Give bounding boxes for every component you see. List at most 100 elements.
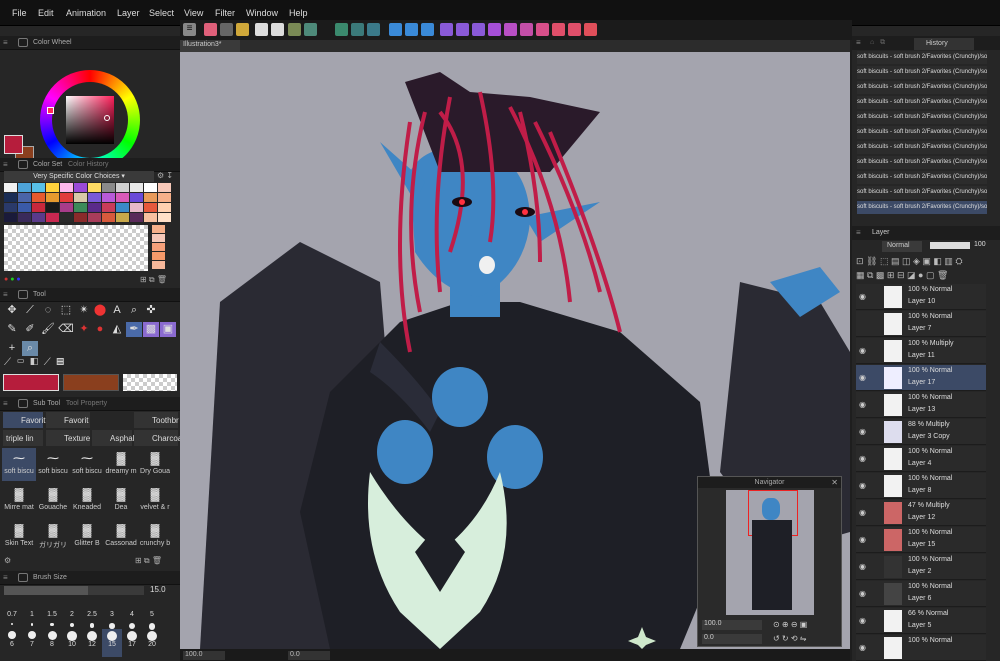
color-cursor[interactable] <box>104 115 110 121</box>
panel-menu-icon[interactable]: ≡ <box>3 38 8 47</box>
menu-help[interactable]: Help <box>289 8 308 18</box>
subtool-tab[interactable]: Sub Tool <box>33 400 60 407</box>
layer-visibility-icon[interactable]: ◉ <box>859 643 866 652</box>
palette-swatch[interactable] <box>18 183 31 192</box>
navigator-rotate-buttons[interactable]: ↺ ↻ ⟲ ⇋ <box>773 634 806 643</box>
rotate-icon[interactable] <box>488 23 501 36</box>
palette-swatch[interactable] <box>74 213 87 222</box>
layer-row[interactable]: ◉ 100 % Normal Layer 13 <box>856 392 986 418</box>
brush-size-preset[interactable]: 5 <box>142 599 162 630</box>
palette-swatch[interactable] <box>158 193 171 202</box>
layer-visibility-icon[interactable]: ◉ <box>859 373 866 382</box>
history-entry[interactable]: soft biscuits - soft brush 2/Favorites (… <box>857 156 987 169</box>
brush-item[interactable]: ▓ Skin Text <box>2 520 36 553</box>
layer-visibility-icon[interactable]: ◉ <box>859 589 866 598</box>
palette-swatch[interactable] <box>74 183 87 192</box>
history-tab[interactable]: History <box>914 38 974 50</box>
open-icon[interactable] <box>220 23 233 36</box>
fill-tool-icon[interactable]: ● <box>92 322 108 337</box>
operation-tool-icon[interactable]: + <box>4 341 20 356</box>
history-entry[interactable]: soft biscuits - soft brush 2/Favorites (… <box>857 141 987 154</box>
layer-visibility-icon[interactable]: ◉ <box>859 481 866 490</box>
layer-row[interactable]: ◉ 100 % Normal Layer 17 <box>856 365 986 391</box>
palette-swatch[interactable] <box>144 183 157 192</box>
subtool-tab-triple-line[interactable]: triple lin <box>3 430 43 446</box>
layer-visibility-icon[interactable]: ◉ <box>859 400 866 409</box>
layer-row[interactable]: ◉ 100 % Normal Layer 15 <box>856 527 986 553</box>
hand-tool-icon[interactable]: ✜ <box>143 303 159 318</box>
color-mode-icon[interactable] <box>584 23 597 36</box>
color-palette[interactable] <box>4 183 176 279</box>
menu-select[interactable]: Select <box>149 8 174 18</box>
palette-swatch[interactable] <box>102 213 115 222</box>
hue-cursor[interactable] <box>47 107 54 114</box>
layer-row[interactable]: ◉ 100 % Multiply Layer 11 <box>856 338 986 364</box>
figure-tool-icon[interactable]: ▣ <box>160 322 176 337</box>
palette-swatch[interactable] <box>158 213 171 222</box>
palette-swatch[interactable] <box>4 193 17 202</box>
gradient-tool-icon[interactable]: ◭ <box>109 322 125 337</box>
brush-item[interactable]: ▓ crunchy b <box>138 520 172 553</box>
palette-swatch[interactable] <box>32 183 45 192</box>
palette-swatch[interactable] <box>152 261 165 269</box>
history-entry[interactable]: soft biscuits - soft brush 2/Favorites (… <box>857 51 987 64</box>
palette-swatch[interactable] <box>144 203 157 212</box>
navigator-zoom-buttons[interactable]: ⊙ ⊕ ⊖ ▣ <box>773 620 807 629</box>
brush-item[interactable]: ⁓ soft biscu <box>36 448 70 481</box>
brush-item[interactable]: ▓ velvet & r <box>138 484 172 517</box>
palette-swatch[interactable] <box>46 203 59 212</box>
brush-item[interactable]: ▓ Dea <box>104 484 138 517</box>
tool-sub-color[interactable] <box>63 374 119 391</box>
brush-size-preset[interactable]: 7 <box>22 629 42 657</box>
text-tool-icon[interactable]: A <box>109 303 125 318</box>
palette-swatch[interactable] <box>32 213 45 222</box>
palette-swatch[interactable] <box>74 203 87 212</box>
airbrush-tool-icon[interactable]: ✒ <box>126 322 142 337</box>
correction-tool-icon[interactable]: ⌕ <box>22 341 38 356</box>
layer-row[interactable]: 100 % Normal Layer 7 <box>856 311 986 337</box>
balloon-tool-icon[interactable]: ▤ <box>56 357 64 368</box>
pen-tool-icon[interactable]: ✎ <box>4 322 20 337</box>
mirror-icon[interactable] <box>520 23 533 36</box>
redo-icon[interactable] <box>271 23 284 36</box>
brush-item[interactable]: ▓ Mirre mat <box>2 484 36 517</box>
layer-row[interactable]: ◉ 100 % Normal Layer 6 <box>856 581 986 607</box>
zoom-out-icon[interactable] <box>456 23 469 36</box>
main-color-swatch[interactable] <box>4 135 23 154</box>
flip-icon[interactable] <box>504 23 517 36</box>
fill-icon[interactable] <box>335 23 348 36</box>
brush-tool-icon[interactable]: 🖌 <box>40 322 56 337</box>
line-tool-icon[interactable]: ⟋ <box>4 357 11 368</box>
menu-window[interactable]: Window <box>246 8 278 18</box>
menu-file[interactable]: File <box>12 8 27 18</box>
palette-swatch[interactable] <box>158 183 171 192</box>
tool-main-color[interactable] <box>3 374 59 391</box>
layer-visibility-icon[interactable]: ◉ <box>859 616 866 625</box>
pencil-tool-icon[interactable]: ✐ <box>22 322 38 337</box>
magic-wand-icon[interactable]: ✴ <box>76 303 92 318</box>
brush-size-preset[interactable]: 17 <box>122 629 142 657</box>
color-set-tab[interactable]: Color Set <box>33 161 62 168</box>
ruler-tool-icon[interactable]: ⟋ <box>44 357 51 368</box>
layer-visibility-icon[interactable]: ◉ <box>859 535 866 544</box>
fit-icon[interactable] <box>472 23 485 36</box>
layer-row[interactable]: ◉ 66 % Normal Layer 5 <box>856 608 986 634</box>
brush-add-icon[interactable]: ⊞ ⧉ 🗑 <box>135 556 162 566</box>
clear-icon[interactable] <box>288 23 301 36</box>
palette-swatch[interactable] <box>88 213 101 222</box>
color-history-tab[interactable]: Color History <box>68 161 108 168</box>
palette-swatch[interactable] <box>46 193 59 202</box>
decoration-tool-icon[interactable]: ▩ <box>143 322 159 337</box>
navigator-close-icon[interactable]: ✕ <box>831 478 838 487</box>
palette-swatch[interactable] <box>130 203 143 212</box>
history-entry[interactable]: soft biscuits - soft brush 2/Favorites (… <box>857 96 987 109</box>
brush-item[interactable]: ▓ Glitter B <box>70 520 104 553</box>
brush-size-preset[interactable]: 0.7 <box>2 599 22 627</box>
lasso-tool-icon[interactable]: ◌ <box>40 303 56 318</box>
subtool-tab-charcoal[interactable]: Charcoa <box>134 430 182 446</box>
palette-swatch[interactable] <box>32 203 45 212</box>
menu-filter[interactable]: Filter <box>215 8 235 18</box>
brush-size-preset[interactable]: 6 <box>2 629 22 657</box>
menu-edit[interactable]: Edit <box>38 8 54 18</box>
eraser-tool-icon[interactable]: ⌫ <box>58 322 74 337</box>
